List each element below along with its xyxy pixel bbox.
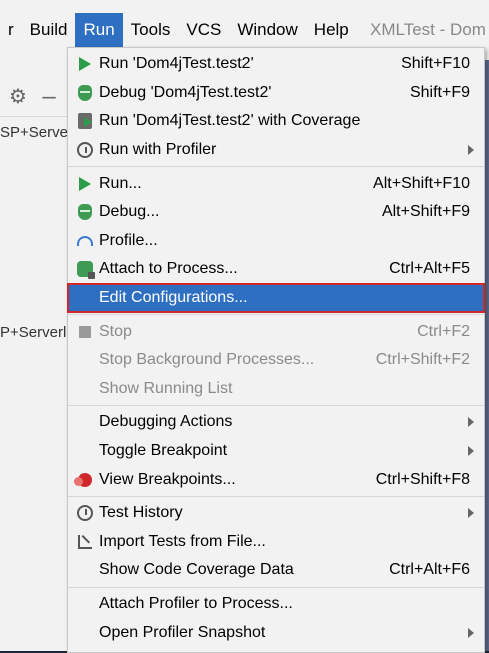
- hide-icon[interactable]: –: [38, 85, 60, 109]
- menu-group: Debugging Actions Toggle Breakpoint View…: [68, 406, 484, 497]
- menu-run[interactable]: Run: [75, 13, 123, 47]
- run-with-coverage-item[interactable]: Run 'Dom4jTest.test2' with Coverage: [68, 107, 484, 136]
- open-profiler-snapshot-item[interactable]: Open Profiler Snapshot: [68, 618, 484, 647]
- run-with-profiler-item[interactable]: Run with Profiler: [68, 136, 484, 165]
- import-tests-item[interactable]: Import Tests from File...: [68, 528, 484, 557]
- toggle-breakpoint-item[interactable]: Toggle Breakpoint: [68, 437, 484, 466]
- tree-item[interactable]: P+Serverl: [0, 324, 66, 341]
- menu-help[interactable]: Help: [306, 13, 357, 47]
- project-tool-window: ⚙ – SP+Serve P+Serverl: [0, 60, 70, 651]
- submenu-arrow-icon: [468, 417, 474, 428]
- tool-window-header: ⚙ –: [0, 82, 70, 117]
- import-icon: [76, 533, 94, 551]
- debug-dialog-item[interactable]: Debug... Alt+Shift+F9: [68, 198, 484, 227]
- breakpoints-icon: [74, 471, 94, 489]
- menu-group: Attach Profiler to Process... Open Profi…: [68, 588, 484, 649]
- attach-to-process-item[interactable]: Attach to Process... Ctrl+Alt+F5: [68, 255, 484, 284]
- menu-window[interactable]: Window: [229, 13, 305, 47]
- profiler-icon: [76, 141, 94, 159]
- menu-group: Stop Ctrl+F2 Stop Background Processes..…: [68, 315, 484, 407]
- gear-icon[interactable]: ⚙: [7, 86, 29, 108]
- run-menu-dropdown: Run 'Dom4jTest.test2' Shift+F10 Debug 'D…: [67, 47, 485, 653]
- menu-view-partial[interactable]: r: [0, 13, 22, 47]
- menu-group: Run... Alt+Shift+F10 Debug... Alt+Shift+…: [67, 167, 485, 316]
- gauge-icon: [76, 232, 94, 250]
- attach-profiler-item[interactable]: Attach Profiler to Process...: [68, 590, 484, 619]
- show-code-coverage-item[interactable]: Show Code Coverage Data Ctrl+Alt+F6: [68, 556, 484, 585]
- debug-icon: [76, 84, 94, 102]
- show-running-list-item[interactable]: Show Running List: [68, 375, 484, 404]
- profile-item[interactable]: Profile...: [68, 227, 484, 256]
- submenu-arrow-icon: [468, 446, 474, 457]
- menu-group: Test History Import Tests from File... S…: [68, 497, 484, 588]
- submenu-arrow-icon: [468, 145, 474, 156]
- run-config-item[interactable]: Run 'Dom4jTest.test2' Shift+F10: [68, 50, 484, 79]
- view-breakpoints-item[interactable]: View Breakpoints... Ctrl+Shift+F8: [68, 465, 484, 494]
- attach-icon: [76, 260, 95, 280]
- stop-item[interactable]: Stop Ctrl+F2: [68, 317, 484, 346]
- debugging-actions-item[interactable]: Debugging Actions: [68, 408, 484, 437]
- run-dialog-item[interactable]: Run... Alt+Shift+F10: [68, 169, 484, 198]
- debug-icon: [76, 203, 94, 221]
- stop-icon: [76, 323, 94, 341]
- run-icon: [76, 55, 94, 73]
- window-title: XMLTest - Dom: [370, 20, 486, 39]
- debug-config-item[interactable]: Debug 'Dom4jTest.test2' Shift+F9: [68, 79, 484, 108]
- coverage-icon: [76, 112, 94, 130]
- menu-group: Run 'Dom4jTest.test2' Shift+F10 Debug 'D…: [68, 48, 484, 168]
- menu-build[interactable]: Build: [22, 13, 76, 47]
- submenu-arrow-icon: [468, 508, 474, 519]
- menu-vcs[interactable]: VCS: [178, 13, 229, 47]
- run-icon: [76, 175, 94, 193]
- test-history-item[interactable]: Test History: [68, 499, 484, 528]
- menu-tools[interactable]: Tools: [123, 13, 179, 47]
- submenu-arrow-icon: [468, 627, 474, 638]
- stop-background-processes-item[interactable]: Stop Background Processes... Ctrl+Shift+…: [68, 346, 484, 375]
- history-icon: [76, 504, 94, 522]
- tree-item[interactable]: SP+Serve: [0, 124, 68, 141]
- edit-configurations-item[interactable]: Edit Configurations...: [67, 282, 485, 314]
